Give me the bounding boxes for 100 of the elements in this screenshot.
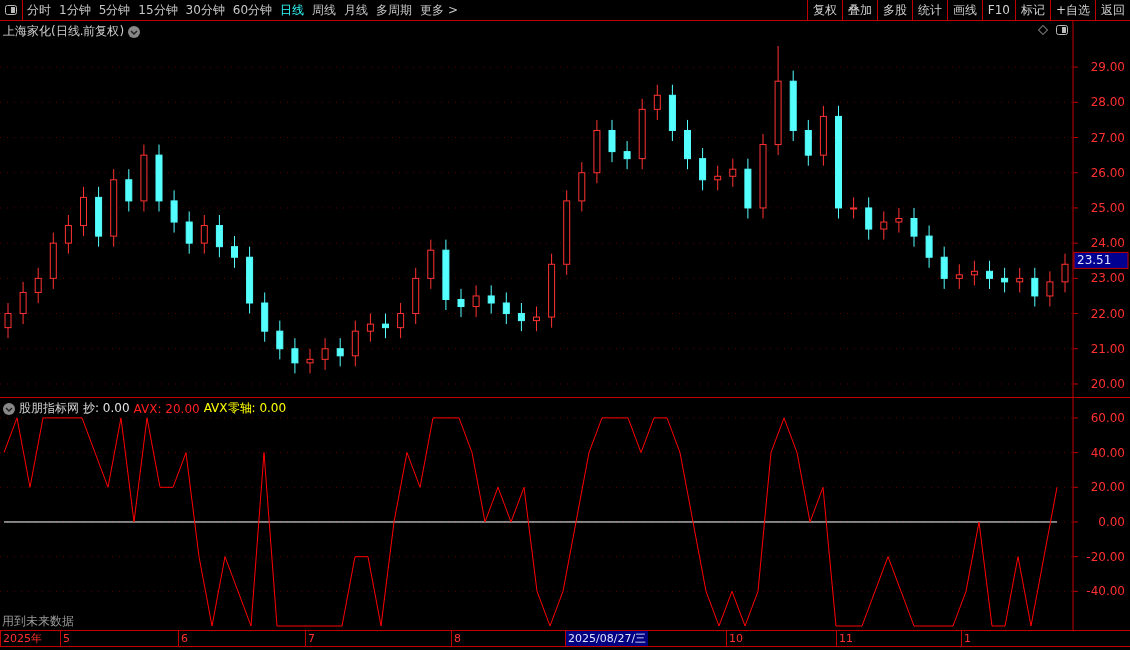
panel-icon[interactable]	[1056, 25, 1068, 35]
candlestick	[185, 210, 193, 255]
diamond-icon[interactable]	[1038, 25, 1048, 35]
candlestick	[4, 302, 12, 339]
period-tab[interactable]: 日线	[276, 0, 309, 20]
axis-label: 0.00	[1098, 515, 1125, 529]
candlestick	[895, 207, 903, 234]
candlestick	[472, 284, 480, 318]
axis-label: 40.00	[1090, 445, 1125, 460]
period-tab[interactable]: 1分钟	[55, 0, 95, 20]
date-label: 1	[961, 631, 973, 646]
period-tab[interactable]: 月线	[340, 0, 373, 20]
candlestick	[64, 214, 72, 255]
candlestick	[125, 168, 133, 212]
candlestick	[925, 225, 933, 269]
candlestick	[623, 140, 631, 170]
candlestick	[1031, 267, 1039, 307]
candlestick	[19, 281, 27, 325]
toolbar-button[interactable]: 标记	[1014, 0, 1050, 20]
axis-label: 24.00	[1090, 236, 1125, 251]
candlestick	[986, 260, 993, 290]
panel-icon[interactable]	[5, 5, 17, 15]
date-label: 2025年	[0, 631, 44, 646]
candlestick	[336, 337, 344, 367]
candlestick	[95, 186, 103, 248]
axis-label: 29.00	[1090, 60, 1125, 75]
candlestick	[321, 337, 329, 371]
candlestick	[638, 98, 646, 170]
period-tab[interactable]: 30分钟	[181, 0, 229, 20]
candlestick	[744, 158, 752, 219]
candlestick	[729, 158, 737, 188]
date-label: 7	[305, 631, 317, 646]
period-tab[interactable]: 多周期	[372, 0, 417, 20]
toolbar-button[interactable]: 统计	[911, 0, 947, 20]
date-label: 8	[451, 631, 463, 646]
date-label: 11	[836, 631, 855, 646]
candlestick	[215, 214, 223, 258]
toolbar-button[interactable]: +自选	[1049, 0, 1095, 20]
date-label: 2025/08/27/三	[565, 631, 649, 646]
candlestick	[819, 105, 827, 167]
toolbar-button[interactable]: F10	[981, 0, 1015, 20]
axis-label: 20.00	[1090, 376, 1125, 391]
axis-label: 23.00	[1090, 271, 1125, 286]
toolbar-button[interactable]: 叠加	[841, 0, 877, 20]
axis-label: 26.00	[1090, 165, 1125, 180]
chart-title: 上海家化(日线.前复权)	[3, 23, 125, 40]
chevron-down-icon[interactable]	[3, 402, 15, 415]
toolbar-button[interactable]: 多股	[876, 0, 912, 20]
candlestick	[412, 267, 420, 325]
candlestick	[457, 288, 465, 318]
candlestick	[1061, 253, 1069, 293]
candlestick	[804, 119, 812, 167]
candlestick	[850, 196, 858, 219]
toolbar-button[interactable]: 返回	[1095, 0, 1130, 20]
candlestick	[231, 235, 238, 269]
axis-label: 21.00	[1090, 341, 1125, 356]
candlestick	[170, 189, 178, 234]
candlestick	[533, 306, 540, 332]
axis-label: 28.00	[1090, 95, 1125, 110]
candlestick	[593, 119, 601, 184]
candlestick	[34, 267, 42, 304]
candlestick	[351, 320, 359, 367]
period-tab[interactable]: 周线	[308, 0, 341, 20]
candlestick	[684, 119, 691, 170]
candlestick	[442, 239, 450, 311]
candlestick	[517, 302, 525, 332]
date-label: 5	[60, 631, 72, 646]
period-tab[interactable]: 15分钟	[134, 0, 182, 20]
axis-label: 27.00	[1090, 130, 1125, 145]
axis-label: 25.00	[1090, 200, 1125, 215]
candlestick	[910, 207, 918, 248]
chevron-down-icon[interactable]	[128, 25, 141, 38]
axis-label: -40.00	[1086, 584, 1125, 599]
candlestick	[699, 147, 707, 191]
candlestick	[246, 246, 254, 315]
axis-label: 22.00	[1090, 306, 1125, 321]
legend-value: AVX: 20.00	[133, 401, 200, 416]
period-tab[interactable]: 分时	[23, 0, 55, 20]
candlestick	[140, 144, 148, 212]
candlestick	[261, 291, 269, 343]
candlestick	[653, 84, 661, 121]
date-label: 6	[178, 631, 190, 646]
candlestick	[880, 210, 888, 241]
period-tab[interactable]: 60分钟	[228, 0, 277, 20]
period-tab[interactable]: 更多 >	[416, 0, 462, 20]
candlestick	[865, 196, 873, 241]
candlestick	[155, 144, 163, 212]
period-tab[interactable]: 5分钟	[94, 0, 135, 20]
candlestick	[714, 165, 722, 191]
price-tag: 23.51	[1073, 251, 1129, 269]
legend-value: 抄: 0.00	[83, 400, 130, 417]
candlestick	[502, 291, 510, 325]
toolbar-button[interactable]: 复权	[806, 0, 842, 20]
candlestick	[291, 337, 299, 374]
candlestick	[608, 119, 616, 163]
candlestick	[306, 348, 314, 374]
candlestick	[1016, 267, 1024, 293]
warning-note: 用到未来数据	[2, 613, 74, 630]
toolbar-button[interactable]: 画线	[946, 0, 982, 20]
candlestick	[1046, 270, 1054, 307]
